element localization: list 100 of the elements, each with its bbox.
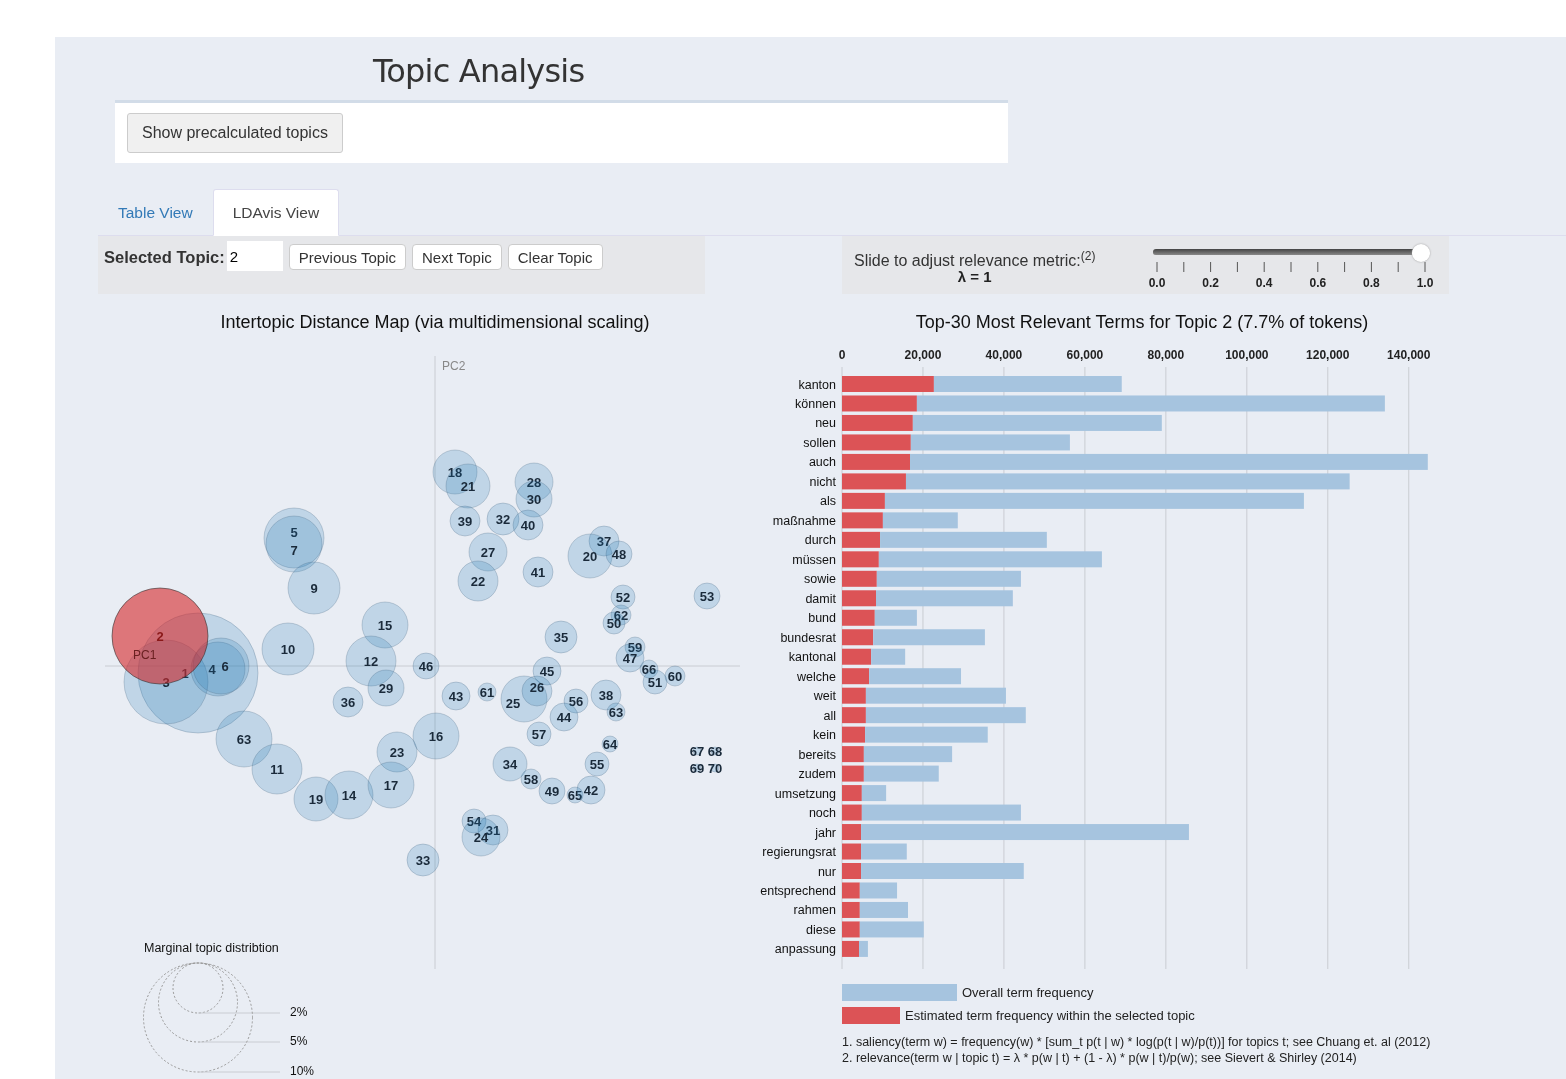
term-label: jahr <box>815 825 836 840</box>
term-label: regierungsrat <box>762 845 836 859</box>
topic-bubble[interactable]: 15 <box>361 601 409 649</box>
topic-bubble[interactable]: 53 <box>693 582 721 610</box>
slider-tick-label: 0.8 <box>1363 276 1380 290</box>
topic-bubble[interactable]: 40 <box>512 509 544 541</box>
x-tick-label: 0 <box>838 348 846 362</box>
topic-bubble[interactable]: 46 <box>412 652 440 680</box>
topic-bubble[interactable]: 17 <box>367 761 415 809</box>
topic-bubble[interactable]: 61 <box>477 682 497 702</box>
topic-button[interactable]: Clear Topic <box>507 244 603 270</box>
term-label: entsprechend <box>760 884 836 898</box>
topic-bubble[interactable]: 49 <box>538 777 566 805</box>
topic-bubble[interactable]: 68 <box>707 744 723 759</box>
topic-bubble[interactable]: 63 <box>606 702 626 722</box>
frequency-bar <box>842 785 862 802</box>
term-label: maßnahme <box>772 513 836 528</box>
term-label: bundesrat <box>780 630 836 645</box>
topic-bubble[interactable]: 56 <box>563 688 589 714</box>
term-label: nicht <box>809 474 836 489</box>
size-legend-label: 2% <box>290 1005 308 1019</box>
topic-bubble[interactable]: 29 <box>367 669 405 707</box>
slider-thumb[interactable] <box>1412 244 1430 262</box>
term-label: kantonal <box>788 650 836 665</box>
topic-bubble[interactable]: 33 <box>406 843 440 877</box>
lambda-value: λ = 1 <box>957 268 992 286</box>
frequency-bar <box>874 609 917 626</box>
term-label: durch <box>804 533 836 548</box>
topic-bubble[interactable]: 11 <box>251 743 303 795</box>
topic-bubble[interactable]: 55 <box>584 751 610 777</box>
legend-label: Overall term frequency <box>962 985 1094 1000</box>
x-tick-label: 140,000 <box>1387 348 1431 362</box>
term-label: auch <box>808 455 836 470</box>
topic-bubble[interactable]: 66 <box>639 659 659 679</box>
topic-bubble[interactable]: 39 <box>449 505 481 537</box>
topic-bubble[interactable]: 69 <box>689 761 705 776</box>
term-label: sowie <box>804 572 836 587</box>
topic-bubble[interactable]: 41 <box>522 556 554 588</box>
x-tick-label: 40,000 <box>985 348 1023 362</box>
frequency-bar <box>842 648 872 665</box>
topic-bubble[interactable]: 67 <box>689 744 705 759</box>
term-label: weit <box>813 689 836 704</box>
topic-bubble[interactable]: 52 <box>610 584 636 610</box>
chart-title: Top-30 Most Relevant Terms for Topic 2 (7.7% of tokens) <box>915 312 1369 332</box>
selected-topic-label: Selected Topic: <box>104 247 225 268</box>
map-title: Intertopic Distance Map (via multidimensional scaling) <box>220 312 650 332</box>
topic-bubble[interactable]: 27 <box>468 532 508 572</box>
frequency-bar <box>842 609 875 626</box>
topic-bubble[interactable]: 22 <box>457 560 499 602</box>
term-label: bereits <box>798 747 836 762</box>
footnote: 1. saliency(term w) = frequency(w) * [sum_t p(t | w) * log(p(t | w)/p(t))] for topics t; see Chuang et. al (2012) <box>842 1034 1432 1050</box>
slider-tick-label: 0.2 <box>1202 276 1219 290</box>
topic-button[interactable]: Next Topic <box>412 244 502 270</box>
topic-button[interactable]: Previous Topic <box>288 244 406 270</box>
slider-tick-label: 0.0 <box>1149 276 1166 290</box>
topic-bubble[interactable]: 60 <box>664 665 686 687</box>
show-topics-button[interactable]: Show precalculated topics <box>127 113 343 153</box>
topic-bubble[interactable]: 36 <box>332 686 364 718</box>
topic-bubble[interactable]: 26 <box>521 675 553 707</box>
view-tab[interactable]: LDAvis View <box>212 189 340 236</box>
term-label: zudem <box>798 767 836 782</box>
topic-bubble[interactable]: 9 <box>287 561 341 615</box>
topic-bubble[interactable]: 43 <box>441 681 471 711</box>
topic-bubble[interactable]: 32 <box>486 502 520 536</box>
topic-bubble[interactable]: 35 <box>544 620 578 654</box>
term-label: anpassung <box>774 942 836 957</box>
topic-bubble[interactable]: 57 <box>526 721 552 747</box>
footnote: 2. relevance(term w | topic t) = λ * p(w | t) + (1 - λ) * p(w | t)/p(w); see Sievert & Shirley (2014) <box>842 1050 1358 1066</box>
term-label: all <box>823 708 836 723</box>
term-label: diese <box>806 922 836 937</box>
topic-bubble[interactable]: 65 <box>566 786 584 804</box>
page-title: Topic Analysis <box>373 51 586 92</box>
topic-bubble[interactable]: 16 <box>412 712 460 760</box>
term-label: welche <box>797 669 836 684</box>
term-label: noch <box>808 806 836 821</box>
legend-title: Marginal topic distribtion <box>144 941 279 955</box>
x-tick-label: 20,000 <box>904 348 942 362</box>
term-label: umsetzung <box>774 786 836 801</box>
topic-input[interactable]: 2 <box>226 241 283 271</box>
term-label: nur <box>817 864 836 879</box>
topic-bubble[interactable]: 58 <box>520 768 542 790</box>
term-label: bund <box>808 611 836 626</box>
x-tick-label: 100,000 <box>1225 348 1269 362</box>
topic-bubble[interactable]: 64 <box>601 735 619 753</box>
term-label: sollen <box>803 435 836 450</box>
slider-tick-label: 0.4 <box>1255 276 1273 290</box>
term-label: neu <box>815 416 836 431</box>
topic-bubble[interactable]: 10 <box>261 622 315 676</box>
term-label: kanton <box>798 377 836 392</box>
topic-bubble[interactable]: 14 <box>324 770 374 820</box>
slider-tick-label: 1.0 <box>1416 276 1434 290</box>
axis-label: PC2 <box>442 359 466 373</box>
topic-bubble[interactable]: 70 <box>707 761 723 776</box>
view-tab[interactable]: Table View <box>98 189 213 236</box>
frequency-bar <box>861 785 887 802</box>
size-legend-label: 5% <box>290 1034 308 1048</box>
term-label: als <box>820 494 836 509</box>
term-label: müssen <box>792 552 836 567</box>
size-legend-label: 10% <box>290 1064 315 1078</box>
term-label: kein <box>813 728 836 743</box>
